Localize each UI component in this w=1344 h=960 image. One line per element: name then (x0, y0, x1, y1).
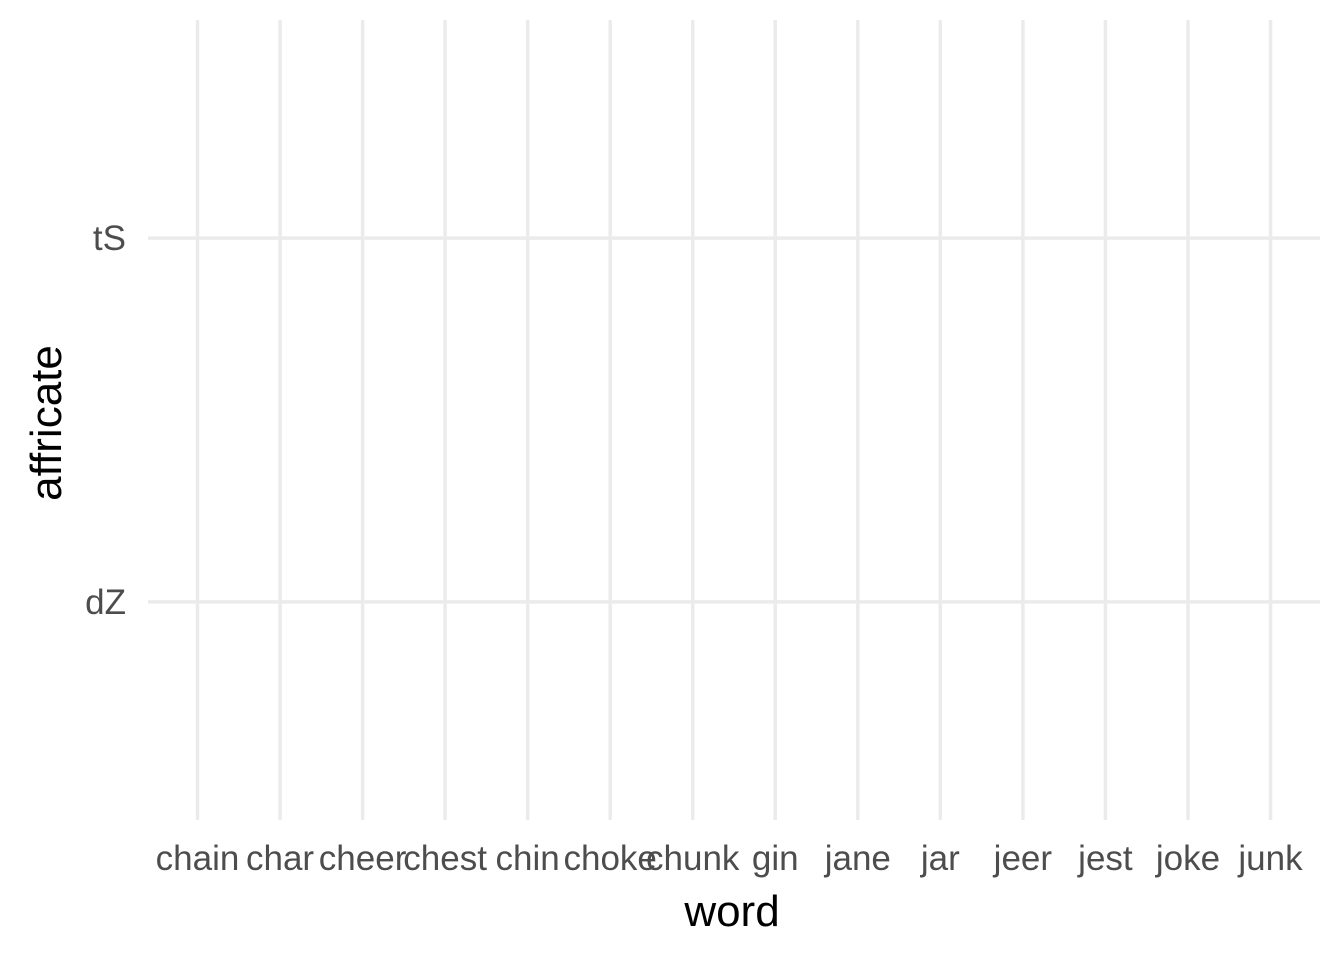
horizontal-gridlines (148, 236, 1320, 604)
x-axis-title: word (683, 887, 779, 936)
x-tick-label-cheer: cheer (319, 839, 407, 878)
x-tick-label-jest: jest (1077, 839, 1133, 878)
x-tick-label-chin: chin (496, 839, 560, 878)
x-tick-label-joke: joke (1155, 839, 1220, 878)
x-tick-labels: chain char cheerchest chin chokechunk gin jane… (156, 839, 1303, 878)
x-tick-label-chunk: chunk (646, 839, 740, 878)
x-tick-label-jar: jar (920, 839, 960, 878)
x-tick-label-choke: choke (563, 839, 656, 878)
x-tick-label-jane: jane (824, 839, 891, 878)
y-axis-title: affricate (22, 345, 71, 501)
x-tick-label-junk: junk (1237, 839, 1303, 878)
x-tick-label-gin: gin (752, 839, 799, 878)
x-tick-label-chest: chest (403, 839, 487, 878)
x-tick-label-char: char (246, 839, 314, 878)
y-tick-label-tS: tS (93, 219, 126, 258)
x-tick-label-jeer: jeer (993, 839, 1053, 878)
chart: chain char cheerchest chin chokechunk gin jane… (22, 20, 1320, 936)
vertical-gridlines (195, 20, 1273, 820)
y-tick-label-dZ: dZ (85, 583, 126, 622)
y-tick-labels: dZ tS (85, 219, 126, 622)
x-tick-label-chain: chain (156, 839, 240, 878)
